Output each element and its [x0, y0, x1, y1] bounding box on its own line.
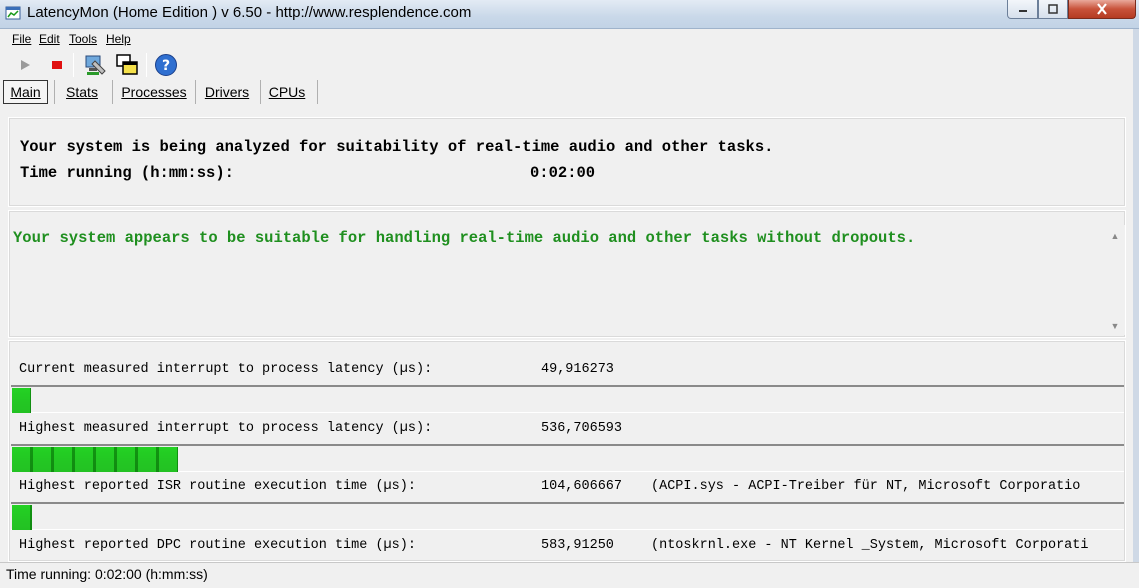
windows-icon — [116, 54, 138, 75]
tab-separator — [112, 80, 113, 104]
tab-separator — [54, 80, 55, 104]
scroll-down-icon[interactable]: ▼ — [1105, 319, 1125, 333]
status-bar-text: Time running: 0:02:00 (h:mm:ss) — [6, 566, 208, 582]
metric-value: 583,91250 — [541, 538, 614, 553]
verdict-panel: Your system appears to be suitable for h… — [8, 210, 1126, 338]
latency-bar-track — [11, 502, 1124, 530]
time-running-value: 0:02:00 — [530, 164, 596, 182]
verdict-message: Your system appears to be suitable for h… — [13, 229, 916, 247]
minimize-icon — [1018, 10, 1027, 12]
menu-file[interactable]: File — [12, 32, 31, 46]
tab-main[interactable]: Main — [3, 80, 48, 104]
metric-info: (ACPI.sys - ACPI-Treiber für NT, Microso… — [651, 479, 1081, 494]
metric-value: 49,916273 — [541, 362, 614, 377]
tab-drivers[interactable]: Drivers — [199, 80, 255, 104]
latency-bar-track — [11, 385, 1124, 413]
start-button[interactable] — [12, 52, 38, 78]
help-button[interactable]: ? — [153, 52, 179, 78]
app-icon — [5, 6, 21, 20]
window-right-edge — [1133, 29, 1139, 562]
metric-label: Highest reported ISR routine execution t… — [19, 479, 416, 494]
stop-icon — [52, 61, 62, 69]
menu-tools-label: Tools — [69, 32, 98, 46]
minimize-button[interactable] — [1007, 0, 1038, 19]
metric-label: Highest reported DPC routine execution t… — [19, 538, 416, 553]
toolbar-separator — [73, 53, 74, 77]
metric-info: (ntoskrnl.exe - NT Kernel _System, Micro… — [651, 538, 1089, 553]
monitor-button[interactable] — [82, 52, 108, 78]
tab-stats[interactable]: Stats — [57, 80, 107, 104]
stop-button[interactable] — [44, 52, 70, 78]
latency-bar-fill — [12, 505, 32, 530]
tab-separator — [260, 80, 261, 104]
menu-edit[interactable]: Edit — [39, 32, 60, 46]
menu-help[interactable]: Help — [106, 32, 131, 46]
metric-value: 104,606667 — [541, 479, 623, 494]
monitor-icon — [85, 55, 106, 75]
maximize-icon — [1048, 4, 1058, 14]
menu-help-label: Help — [106, 32, 131, 46]
tab-separator — [317, 80, 318, 104]
latency-metrics-panel: Current measured interrupt to process la… — [8, 340, 1126, 562]
menu-tools[interactable]: Tools — [69, 32, 97, 46]
toolbar: ? — [0, 50, 1139, 80]
tab-cpus[interactable]: CPUs — [264, 80, 310, 104]
time-running-label: Time running (h:mm:ss): — [20, 164, 234, 182]
windows-button[interactable] — [114, 52, 140, 78]
close-icon — [1097, 3, 1107, 15]
title-bar: LatencyMon (Home Edition ) v 6.50 - http… — [0, 0, 1139, 29]
menu-file-label: File — [12, 32, 32, 46]
menu-bar: File Edit Tools Help — [0, 29, 1139, 49]
status-bar: Time running: 0:02:00 (h:mm:ss) — [0, 562, 1139, 588]
maximize-button[interactable] — [1038, 0, 1068, 19]
tab-separator — [195, 80, 196, 104]
window-title: LatencyMon (Home Edition ) v 6.50 - http… — [27, 4, 472, 21]
metric-label: Current measured interrupt to process la… — [19, 362, 433, 377]
tab-bar: Main Stats Processes Drivers CPUs — [0, 79, 1139, 105]
scroll-up-icon[interactable]: ▲ — [1105, 229, 1125, 243]
analysis-status-panel: Your system is being analyzed for suitab… — [8, 117, 1126, 207]
latency-bar-track — [11, 444, 1124, 472]
help-icon: ? — [155, 54, 177, 76]
tab-processes[interactable]: Processes — [117, 80, 191, 104]
menu-edit-label: Edit — [39, 32, 60, 46]
play-icon — [21, 60, 30, 70]
svg-text:?: ? — [162, 58, 170, 74]
latency-bar-fill — [12, 447, 178, 472]
metric-label: Highest measured interrupt to process la… — [19, 421, 433, 436]
latency-bar-fill — [12, 388, 31, 413]
analysis-message: Your system is being analyzed for suitab… — [20, 138, 774, 156]
verdict-scrollbar[interactable]: ▲ ▼ — [1105, 225, 1125, 335]
toolbar-separator — [146, 53, 147, 77]
close-button[interactable] — [1068, 0, 1136, 19]
metric-value: 536,706593 — [541, 421, 623, 436]
